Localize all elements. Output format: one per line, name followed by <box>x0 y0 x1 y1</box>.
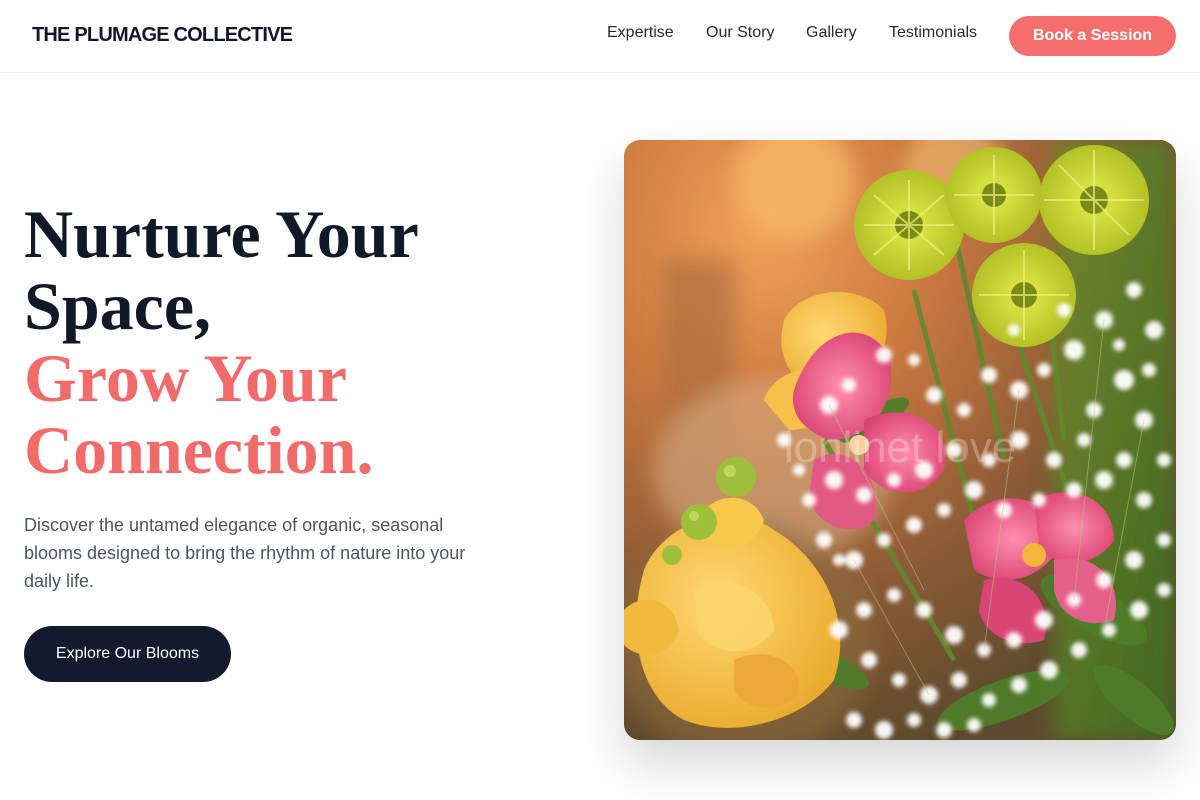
hero-title-line-2: Space, <box>24 268 211 344</box>
image-watermark: lonlinet love <box>784 423 1016 472</box>
nav-link-testimonials[interactable]: Testimonials <box>889 24 977 42</box>
hero-title-line-1: Nurture Your <box>24 196 419 272</box>
nav-link-expertise[interactable]: Expertise <box>607 24 674 42</box>
book-session-button[interactable]: Book a Session <box>1009 16 1176 56</box>
site-header: THE PLUMAGE COLLECTIVE Expertise Our Sto… <box>0 0 1200 73</box>
explore-blooms-button[interactable]: Explore Our Blooms <box>24 626 231 682</box>
flower-bouquet-image: lonlinet love <box>624 140 1176 740</box>
nav-link-gallery[interactable]: Gallery <box>806 24 857 42</box>
nav-link-our-story[interactable]: Our Story <box>706 24 774 42</box>
hero-title: Nurture Your Space, Grow Your Connection… <box>24 198 584 486</box>
hero-title-accent-line-2: Connection. <box>24 412 374 488</box>
brand-logo[interactable]: THE PLUMAGE COLLECTIVE <box>32 24 293 47</box>
hero-title-accent-line-1: Grow Your <box>24 340 347 416</box>
hero-description: Discover the untamed elegance of organic… <box>24 515 466 591</box>
